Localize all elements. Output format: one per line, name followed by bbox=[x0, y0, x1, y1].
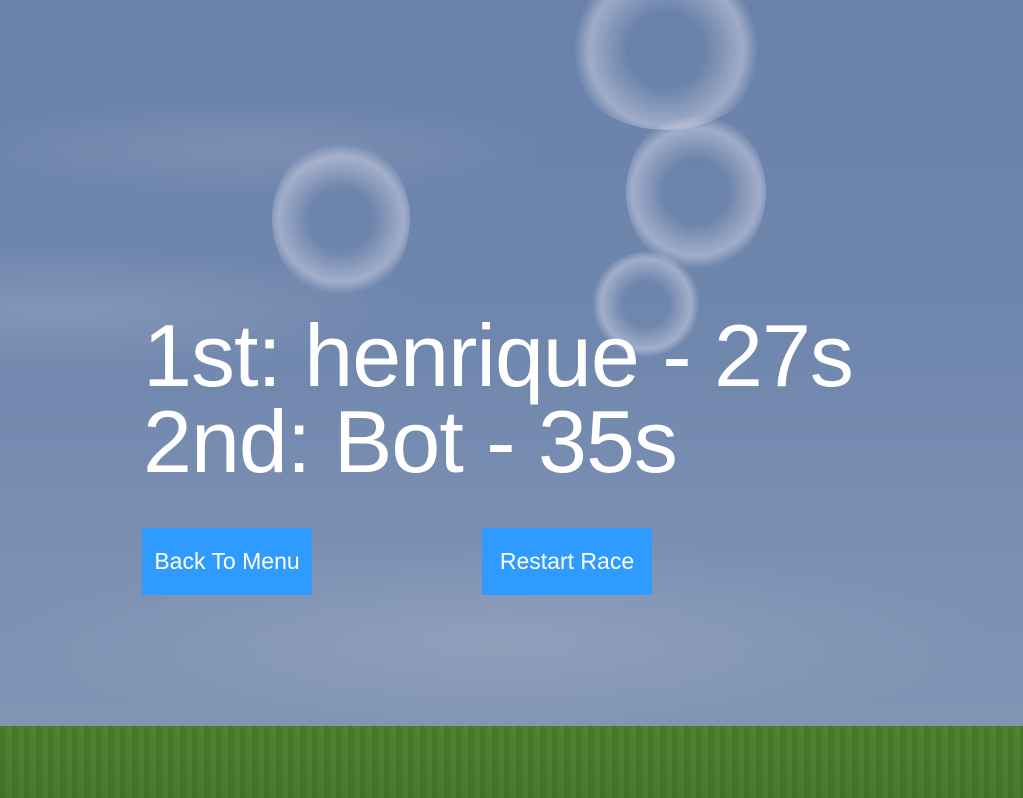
grass-ground bbox=[0, 726, 1023, 798]
smoke-ring bbox=[626, 112, 766, 272]
race-results: 1st: henrique - 27s 2nd: Bot - 35s bbox=[143, 306, 854, 491]
result-second-place: 2nd: Bot - 35s bbox=[143, 392, 678, 491]
smoke-ring bbox=[272, 140, 410, 298]
restart-race-button[interactable]: Restart Race bbox=[482, 528, 652, 595]
back-to-menu-button[interactable]: Back To Menu bbox=[142, 528, 312, 595]
game-scene: 1st: henrique - 27s 2nd: Bot - 35s Back … bbox=[0, 0, 1023, 798]
result-first-place: 1st: henrique - 27s bbox=[143, 306, 854, 405]
